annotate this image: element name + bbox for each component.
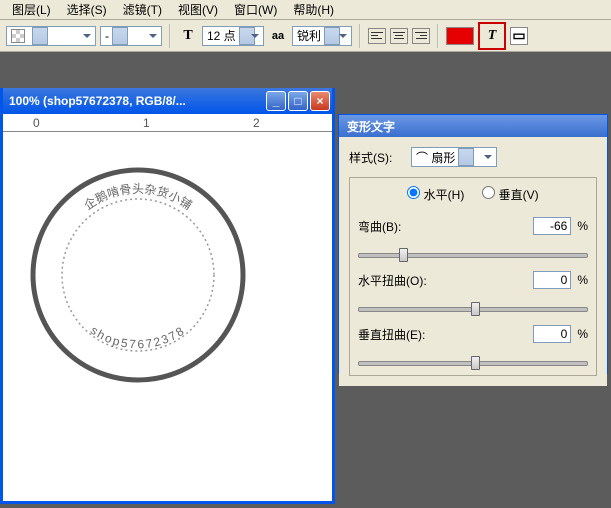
titlebar[interactable]: 100% (shop57672378, RGB/8/... _ □ ×	[3, 88, 332, 114]
warp-style-combo[interactable]: ⌒ 扇形	[411, 147, 497, 167]
hdist-label: 水平扭曲(O):	[358, 272, 527, 289]
style-label: 样式(S):	[349, 149, 405, 166]
font-preset-icon	[11, 29, 25, 43]
menu-view[interactable]: 视图(V)	[170, 0, 226, 20]
vdist-slider[interactable]	[358, 353, 588, 371]
vdist-label: 垂直扭曲(E):	[358, 326, 527, 343]
stamp-graphic: 企鹅啃骨头杂货小铺 shop57672378	[23, 160, 253, 390]
bend-input[interactable]	[533, 217, 571, 235]
stamp-top-text: 企鹅啃骨头杂货小铺	[81, 182, 195, 213]
panel-title[interactable]: 变形文字	[339, 115, 607, 137]
font-family-combo[interactable]	[6, 26, 96, 46]
canvas[interactable]: 企鹅啃骨头杂货小铺 shop57672378	[3, 132, 332, 501]
fan-icon: ⌒	[416, 149, 428, 166]
align-right-icon[interactable]	[412, 28, 430, 44]
vdist-input[interactable]	[533, 325, 571, 343]
warp-options-group: 水平(H) 垂直(V) 弯曲(B): % 水平扭曲(O): % 垂直扭曲(E):…	[349, 177, 597, 376]
bend-label: 弯曲(B):	[358, 218, 527, 235]
minimize-button[interactable]: _	[266, 91, 286, 111]
document-title: 100% (shop57672378, RGB/8/...	[9, 94, 266, 108]
warp-text-panel: 变形文字 样式(S): ⌒ 扇形 水平(H) 垂直(V) 弯曲(B): % 水平…	[338, 114, 608, 374]
separator	[169, 24, 171, 48]
text-color-swatch[interactable]	[446, 27, 474, 45]
warp-text-button[interactable]: T	[478, 22, 506, 50]
close-button[interactable]: ×	[310, 91, 330, 111]
align-center-icon[interactable]	[390, 28, 408, 44]
hdist-input[interactable]	[533, 271, 571, 289]
hdist-slider[interactable]	[358, 299, 588, 317]
antialias-label-icon: aa	[268, 26, 288, 46]
menubar: 图层(L) 选择(S) 滤镜(T) 视图(V) 窗口(W) 帮助(H)	[0, 0, 611, 20]
menu-filter[interactable]: 滤镜(T)	[115, 0, 170, 20]
svg-text:shop57672378: shop57672378	[88, 323, 188, 351]
menu-select[interactable]: 选择(S)	[59, 0, 115, 20]
type-size-icon: T	[178, 26, 198, 46]
antialias-combo[interactable]: 锐利	[292, 26, 352, 46]
svg-text:企鹅啃骨头杂货小铺: 企鹅啃骨头杂货小铺	[81, 182, 195, 213]
palette-button[interactable]: ▭	[510, 27, 528, 45]
menu-window[interactable]: 窗口(W)	[226, 0, 285, 20]
stamp-bottom-text: shop57672378	[88, 323, 188, 351]
font-size-combo[interactable]: 12 点	[202, 26, 264, 46]
bend-slider[interactable]	[358, 245, 588, 263]
document-window: 100% (shop57672378, RGB/8/... _ □ × 0 1 …	[0, 88, 335, 504]
vertical-radio[interactable]: 垂直(V)	[482, 186, 538, 203]
horizontal-radio[interactable]: 水平(H)	[407, 186, 464, 203]
maximize-button[interactable]: □	[288, 91, 308, 111]
options-toolbar: - T 12 点 aa 锐利 T ▭	[0, 20, 611, 52]
separator	[437, 24, 439, 48]
ruler: 0 1 2	[3, 114, 332, 132]
separator	[359, 24, 361, 48]
menu-help[interactable]: 帮助(H)	[285, 0, 342, 20]
font-style-combo[interactable]: -	[100, 26, 162, 46]
align-left-icon[interactable]	[368, 28, 386, 44]
menu-layers[interactable]: 图层(L)	[4, 0, 59, 20]
